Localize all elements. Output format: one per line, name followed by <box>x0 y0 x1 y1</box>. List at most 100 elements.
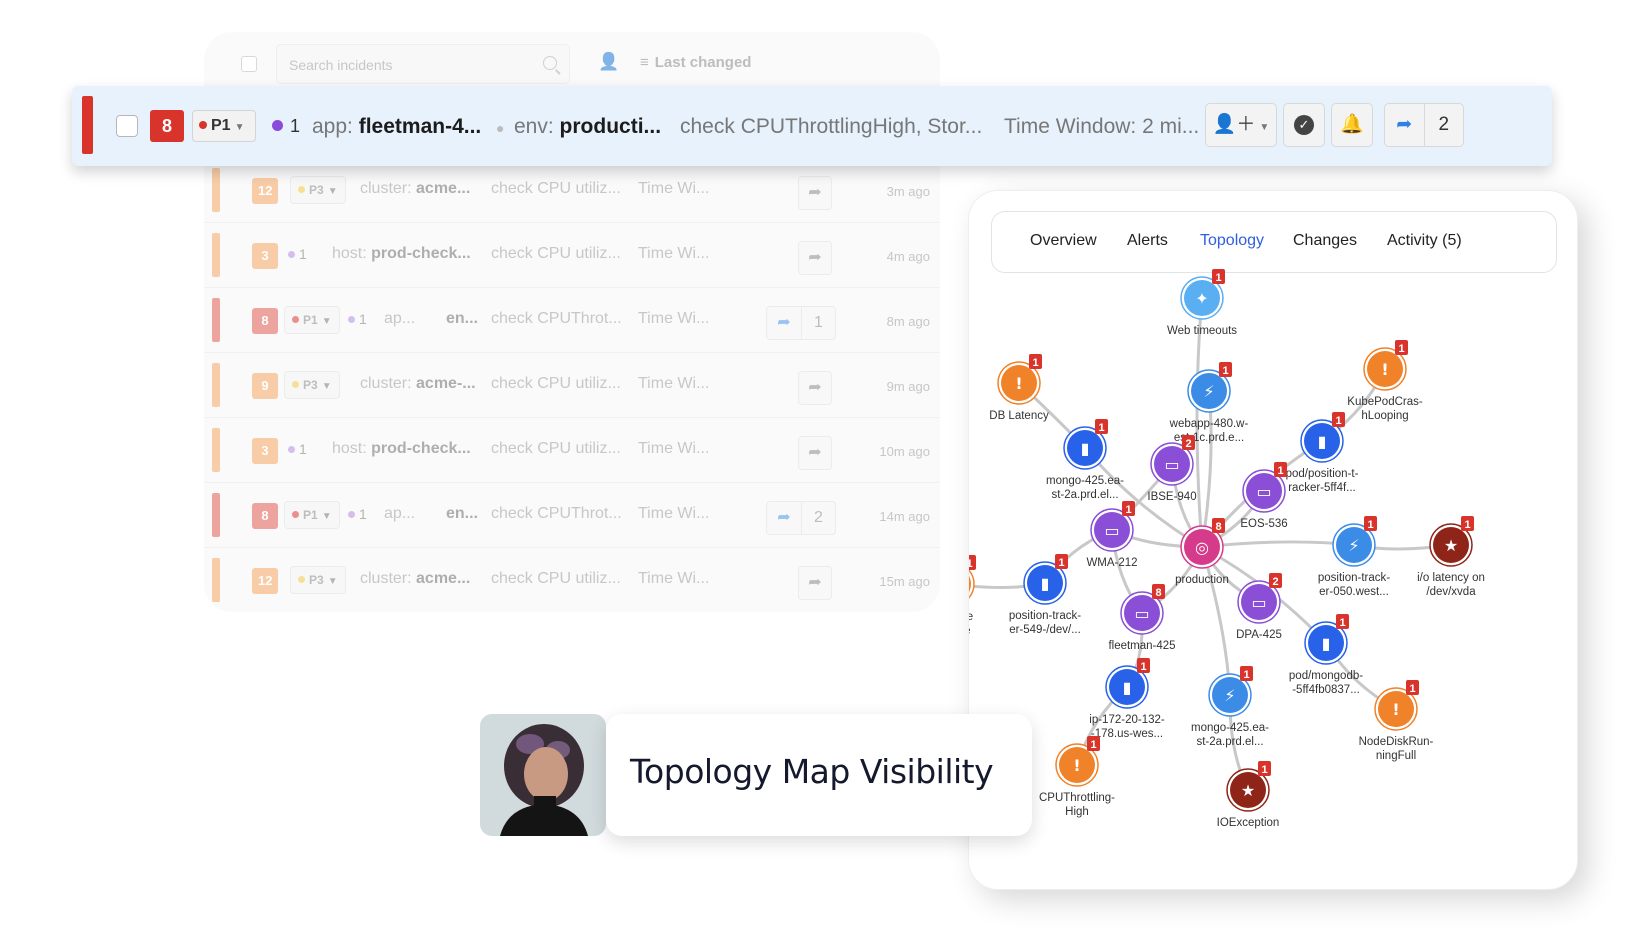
node-badge-count: 8 <box>1215 521 1221 533</box>
linked-count: 1 <box>348 311 367 327</box>
assignee-filter-icon[interactable]: 👤 <box>598 52 619 72</box>
alert-icon: ! <box>1381 360 1388 379</box>
topology-node-eos-536[interactable]: ▭ 1 EOS-536 <box>1240 462 1288 530</box>
priority-dot <box>292 381 299 388</box>
incident-row[interactable]: 12 P3 ▼ cluster: acme... check CPU utiliz...… <box>204 548 940 612</box>
incident-checkbox[interactable] <box>116 115 138 137</box>
share-button-group[interactable]: ➦ 2 <box>1384 103 1464 147</box>
priority-dropdown[interactable]: P1 ▼ <box>192 110 256 142</box>
check-text: check CPU utiliz... <box>491 375 621 392</box>
time-window-text: Time Wi... <box>638 375 710 392</box>
incident-row[interactable]: 8 P1 ▼ 1 ap... en... check CPUThrot... Time Wi.… <box>204 483 940 548</box>
sort-label: Last changed <box>654 54 752 71</box>
priority-dot <box>292 511 299 518</box>
topology-node-webapp-480[interactable]: ⚡1webapp-480.w-est-1c.prd.e... <box>1169 362 1249 444</box>
separator-dot: ● <box>496 120 505 136</box>
error-icon: ★ <box>1444 536 1458 555</box>
topology-node-pod-position[interactable]: ▮ 1 pod/position-t-racker-5ff4f... <box>1286 412 1359 494</box>
highlighted-incident-row[interactable]: 8 P1 ▼ 1 app: fleetman-4... ● env: produc… <box>72 86 1552 166</box>
user-plus-icon: 👤＋ <box>1212 114 1256 135</box>
node-badge-count: 1 <box>1409 683 1415 695</box>
tag-value: acme-... <box>416 375 476 392</box>
assign-button[interactable]: 👤＋ ▼ <box>1205 103 1277 147</box>
resource-tag: host: prod-check... <box>332 440 471 458</box>
severity-bar <box>212 168 220 212</box>
topology-node-io-latency[interactable]: ★ 1 i/o latency on/dev/xvda <box>1417 516 1485 598</box>
share-button[interactable]: ➦ <box>798 241 832 275</box>
priority-dropdown[interactable]: P3 ▼ <box>290 176 346 204</box>
topology-node-mongo-425-b[interactable]: ⚡ 1 mongo-425.ea-st-2a.prd.el... <box>1191 666 1269 748</box>
topology-node-storage-failure[interactable]: !1StorageFailure <box>969 555 976 637</box>
share-button-group[interactable]: ➦ 1 <box>766 306 836 340</box>
topology-node-mongo-425-a[interactable]: ▮ 1 mongo-425.ea-st-2a.prd.el... <box>1046 419 1124 501</box>
node-label: WMA-212 <box>1086 557 1137 569</box>
share-arrow-icon[interactable]: ➦ <box>767 502 801 534</box>
lambda-icon: ⚡ <box>1224 686 1235 705</box>
share-count: 1 <box>801 307 835 339</box>
node-badge-count: 1 <box>1335 415 1341 427</box>
priority-dropdown[interactable]: P3 ▼ <box>284 371 340 399</box>
topology-node-position-050[interactable]: ⚡ 1 position-track-er-050.west... <box>1318 516 1390 598</box>
tag-value: prod-check... <box>371 440 471 457</box>
topology-node-ip-172[interactable]: ▮ 1 ip-172-20-132- -178.us-wes... <box>1089 658 1165 740</box>
host-icon: ▮ <box>1123 678 1132 697</box>
node-badge-count: 1 <box>1090 739 1096 751</box>
linked-count: 1 <box>288 246 307 262</box>
alert-count-badge: 3 <box>252 243 278 269</box>
check-text: check CPU utiliz... <box>491 245 621 262</box>
incident-row[interactable]: 8 P1 ▼ 1 ap... en... check CPUThrot... Time Wi.… <box>204 288 940 353</box>
share-arrow-icon: ➦ <box>808 249 822 266</box>
time-window-text: Time Wi... <box>638 440 710 457</box>
share-button[interactable]: ➦ <box>798 566 832 600</box>
incident-row[interactable]: 3 1 host: prod-check... check CPU utiliz...… <box>204 223 940 288</box>
share-arrow-icon: ➦ <box>808 444 822 461</box>
severity-bar <box>212 558 220 602</box>
select-all-checkbox[interactable] <box>241 56 257 72</box>
share-arrow-icon: ➦ <box>808 379 822 396</box>
resource-tag: cluster: acme... <box>360 180 470 198</box>
topology-map[interactable]: ✦ 1 Web timeouts! 1 DB Latency! 1 KubePodCras-… <box>969 191 1579 891</box>
node-badge-count: 1 <box>1215 272 1221 284</box>
topology-node-ioexception[interactable]: ★ 1 IOException <box>1217 761 1280 829</box>
share-arrow-icon[interactable]: ➦ <box>767 307 801 339</box>
topology-node-production[interactable]: ◎ 8 production <box>1175 518 1229 586</box>
topology-node-web-timeouts[interactable]: ✦ 1 Web timeouts <box>1167 269 1237 337</box>
share-button-group[interactable]: ➦ 2 <box>766 501 836 535</box>
alert-count-badge: 9 <box>252 373 278 399</box>
share-button[interactable]: ➦ <box>798 436 832 470</box>
incident-row[interactable]: 9 P3 ▼ cluster: acme-... check CPU utiliz...… <box>204 353 940 418</box>
incident-row[interactable]: 12 P3 ▼ cluster: acme... check CPU utiliz...… <box>204 158 940 223</box>
node-badge-count: 1 <box>1058 557 1064 569</box>
topology-node-ibse-940[interactable]: ▭ 2 IBSE-940 <box>1147 435 1197 503</box>
priority-label: P3 <box>303 378 318 392</box>
priority-dropdown[interactable]: P3 ▼ <box>290 566 346 594</box>
time-window-text: Time Wi... <box>638 180 710 197</box>
topology-node-pod-mongodb[interactable]: ▮ 1 pod/mongodb- -5ff4fb0837... <box>1289 614 1363 696</box>
topology-node-dpa-425[interactable]: ▭ 2 DPA-425 <box>1236 573 1282 641</box>
priority-dot <box>199 121 207 129</box>
priority-dropdown[interactable]: P1 ▼ <box>284 501 340 529</box>
search-input[interactable]: Search incidents <box>276 44 570 84</box>
timestamp: 4m ago <box>886 249 930 264</box>
incident-row[interactable]: 3 1 host: prod-check... check CPU utiliz...… <box>204 418 940 483</box>
topology-node-wma-212[interactable]: ▭ 1 WMA-212 <box>1086 501 1138 569</box>
share-button[interactable]: ➦ <box>798 371 832 405</box>
sort-dropdown[interactable]: ≡ Last changed <box>640 54 751 71</box>
node-label: racker-5ff4f... <box>1288 482 1356 494</box>
chevron-down-icon: ▼ <box>321 381 332 392</box>
tag-key: cluster: <box>360 570 412 587</box>
priority-dropdown[interactable]: P1 ▼ <box>284 306 340 334</box>
topology-node-cpu-throttling[interactable]: ! 1 CPUThrottling- High <box>1039 736 1115 818</box>
pin-icon: ✦ <box>1195 289 1208 308</box>
incident-detail-panel: Overview Alerts Topology Changes Activit… <box>968 190 1578 890</box>
topology-node-db-latency[interactable]: ! 1 DB Latency <box>989 354 1049 422</box>
resolve-button[interactable]: ✓ <box>1283 103 1325 147</box>
search-placeholder: Search incidents <box>289 57 393 73</box>
time-window-text: Time Window: 2 mi... <box>1004 115 1200 138</box>
share-arrow-icon[interactable]: ➦ <box>1385 104 1424 146</box>
share-arrow-icon: ➦ <box>808 574 822 591</box>
topology-node-position-549[interactable]: ▮ 1 position-track-er-549-/dev/... <box>1009 554 1081 636</box>
share-button[interactable]: ➦ <box>798 176 832 210</box>
notify-button[interactable]: 🔔 <box>1331 103 1373 147</box>
node-label: st-2a.prd.el... <box>1196 736 1263 748</box>
